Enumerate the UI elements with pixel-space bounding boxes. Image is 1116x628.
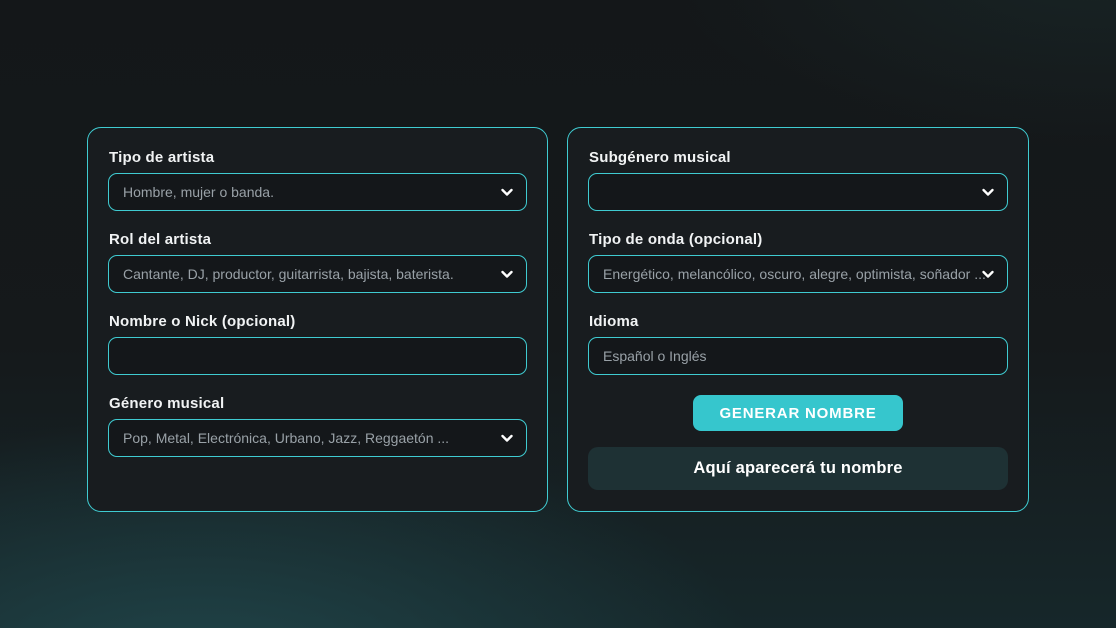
rol-del-artista-label: Rol del artista: [109, 231, 527, 248]
artist-details-panel: Tipo de artista Hombre, mujer o banda. R…: [87, 127, 548, 512]
tipo-de-artista-select-value: Hombre, mujer o banda.: [123, 184, 512, 200]
field-group-genero-musical: Género musical Pop, Metal, Electrónica, …: [108, 395, 527, 457]
form-panels-container: Tipo de artista Hombre, mujer o banda. R…: [87, 127, 1029, 512]
tipo-de-artista-label: Tipo de artista: [109, 149, 527, 166]
genero-musical-select[interactable]: Pop, Metal, Electrónica, Urbano, Jazz, R…: [108, 419, 527, 457]
subgenero-musical-label: Subgénero musical: [589, 149, 1008, 166]
tipo-de-onda-label: Tipo de onda (opcional): [589, 231, 1008, 248]
subgenero-musical-select[interactable]: [588, 173, 1008, 211]
nombre-nick-input[interactable]: [108, 337, 527, 375]
chevron-down-icon: [980, 184, 996, 200]
field-group-tipo-de-onda: Tipo de onda (opcional) Energético, mela…: [588, 231, 1008, 293]
generator-panel: Subgénero musical Tipo de onda (opcional…: [567, 127, 1029, 512]
result-placeholder-box: Aquí aparecerá tu nombre: [588, 447, 1008, 490]
rol-del-artista-select-value: Cantante, DJ, productor, guitarrista, ba…: [123, 266, 512, 282]
tipo-de-onda-select[interactable]: Energético, melancólico, oscuro, alegre,…: [588, 255, 1008, 293]
nombre-nick-label: Nombre o Nick (opcional): [109, 313, 527, 330]
genero-musical-select-value: Pop, Metal, Electrónica, Urbano, Jazz, R…: [123, 430, 512, 446]
generar-nombre-button[interactable]: GENERAR NOMBRE: [693, 395, 902, 431]
field-group-tipo-de-artista: Tipo de artista Hombre, mujer o banda.: [108, 149, 527, 211]
page-background: Tipo de artista Hombre, mujer o banda. R…: [0, 0, 1116, 628]
tipo-de-artista-select[interactable]: Hombre, mujer o banda.: [108, 173, 527, 211]
field-group-nombre-nick: Nombre o Nick (opcional): [108, 313, 527, 375]
idioma-input[interactable]: [588, 337, 1008, 375]
genero-musical-label: Género musical: [109, 395, 527, 412]
tipo-de-onda-select-value: Energético, melancólico, oscuro, alegre,…: [603, 266, 993, 282]
field-group-idioma: Idioma: [588, 313, 1008, 375]
rol-del-artista-select[interactable]: Cantante, DJ, productor, guitarrista, ba…: [108, 255, 527, 293]
field-group-subgenero-musical: Subgénero musical: [588, 149, 1008, 211]
field-group-rol-del-artista: Rol del artista Cantante, DJ, productor,…: [108, 231, 527, 293]
idioma-label: Idioma: [589, 313, 1008, 330]
